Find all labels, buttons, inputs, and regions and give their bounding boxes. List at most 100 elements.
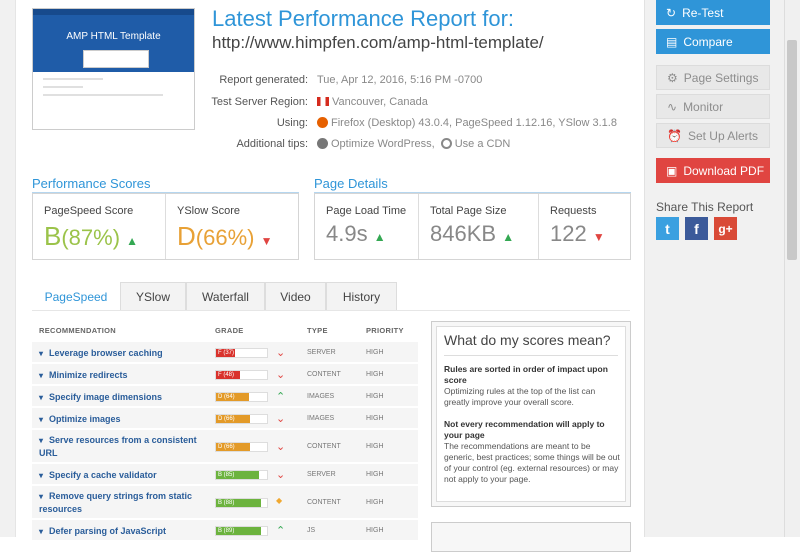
grade-bar: F (48) bbox=[215, 369, 268, 380]
recommendation-name[interactable]: Defer parsing of JavaScript bbox=[39, 525, 204, 538]
monitor-label: Monitor bbox=[683, 99, 724, 114]
load-time-label: Page Load Time bbox=[326, 205, 407, 217]
grade-bar: D (66) bbox=[215, 413, 268, 424]
requests-cell: Requests 122 ▼ bbox=[539, 194, 630, 259]
region-text: Vancouver, Canada bbox=[332, 96, 428, 108]
table-row[interactable]: Remove query strings from static resourc… bbox=[32, 486, 418, 519]
recommendation-type: CONTENT bbox=[307, 370, 341, 378]
region-value: Vancouver, Canada bbox=[317, 96, 428, 108]
trend-up-icon: ▲ bbox=[126, 234, 139, 248]
canada-flag-icon bbox=[317, 97, 329, 106]
tip-optimize-wordpress-link[interactable]: Optimize WordPress, bbox=[331, 138, 435, 150]
retest-button[interactable]: ↻ Re-Test bbox=[656, 0, 770, 25]
second-info-box bbox=[431, 522, 631, 552]
report-generated-label: Report generated: bbox=[219, 74, 308, 86]
left-gutter bbox=[0, 0, 16, 537]
grade-bar-fill: B (89) bbox=[216, 526, 262, 535]
tip-use-cdn-link[interactable]: Use a CDN bbox=[455, 138, 511, 150]
recommendation-type: IMAGES bbox=[307, 414, 335, 422]
download-pdf-label: Download PDF bbox=[683, 163, 765, 178]
scrollbar-thumb[interactable] bbox=[787, 40, 797, 260]
page-size-label: Total Page Size bbox=[430, 205, 507, 217]
table-row[interactable]: Minimize redirects F (48) ⌄ CONTENT HIGH bbox=[32, 364, 418, 385]
recommendation-name[interactable]: Specify a cache validator bbox=[39, 469, 204, 482]
facebook-icon[interactable]: f bbox=[685, 217, 708, 240]
recommendation-name[interactable]: Optimize images bbox=[39, 413, 204, 426]
report-url[interactable]: http://www.himpfen.com/amp-html-template… bbox=[212, 33, 544, 53]
table-row[interactable]: Specify a cache validator B (85) ⌄ SERVER HI… bbox=[32, 464, 418, 485]
table-row[interactable]: Optimize images D (66) ⌄ IMAGES HIGH bbox=[32, 408, 418, 429]
table-row[interactable]: Defer parsing of JavaScript B (89) ⌃ JS HIGH bbox=[32, 520, 418, 541]
recommendation-type: JS bbox=[307, 526, 316, 534]
table-row[interactable]: Specify image dimensions D (64) ⌃ IMAGES HIG… bbox=[32, 386, 418, 407]
grade-bar-fill: F (37) bbox=[216, 348, 235, 357]
compare-icon: ▤ bbox=[666, 34, 678, 49]
grade-bar-fill: D (64) bbox=[216, 392, 249, 401]
page-thumbnail[interactable]: AMP HTML Template bbox=[32, 8, 195, 130]
info-paragraph-1: Rules are sorted in order of impact upon… bbox=[444, 364, 620, 408]
report-title: Latest Performance Report for: bbox=[212, 6, 515, 31]
pagespeed-percent: (87%) bbox=[61, 225, 121, 250]
tab-pagespeed[interactable]: PageSpeed bbox=[32, 282, 120, 310]
tab-waterfall[interactable]: Waterfall bbox=[186, 282, 265, 310]
yslow-percent: (66%) bbox=[195, 225, 255, 250]
page-settings-button[interactable]: ⚙ Page Settings bbox=[656, 65, 770, 90]
download-pdf-button[interactable]: ▣ Download PDF bbox=[656, 158, 770, 183]
recommendation-priority: HIGH bbox=[366, 370, 384, 378]
trend-down-icon: ⌄ bbox=[276, 440, 286, 453]
monitor-button[interactable]: ∿ Monitor bbox=[656, 94, 770, 119]
tabs-divider bbox=[32, 310, 630, 311]
grade-bar: B (89) bbox=[215, 525, 268, 536]
wordpress-icon bbox=[317, 138, 328, 149]
recommendation-type: SERVER bbox=[307, 348, 336, 356]
recommendation-name[interactable]: Minimize redirects bbox=[39, 369, 204, 382]
grade-bar-fill: D (66) bbox=[216, 442, 250, 451]
scores-info-box: What do my scores mean? Rules are sorted… bbox=[431, 321, 631, 507]
grade-bar: F (37) bbox=[215, 347, 268, 358]
info-title: What do my scores mean? bbox=[444, 332, 611, 348]
region-label: Test Server Region: bbox=[211, 96, 308, 108]
share-title: Share This Report bbox=[656, 200, 754, 214]
trend-same-icon: ◆ bbox=[276, 495, 283, 505]
recommendation-priority: HIGH bbox=[366, 348, 384, 356]
page-size-value: 846KB bbox=[430, 221, 497, 246]
tab-video[interactable]: Video bbox=[265, 282, 326, 310]
load-time-cell: Page Load Time 4.9s ▲ bbox=[315, 194, 419, 259]
pagespeed-grade: B bbox=[44, 221, 62, 251]
recommendation-name[interactable]: Leverage browser caching bbox=[39, 347, 204, 360]
trend-down-icon: ⌄ bbox=[276, 412, 286, 425]
trend-down-icon: ▼ bbox=[260, 234, 273, 248]
recommendation-name[interactable]: Specify image dimensions bbox=[39, 391, 204, 404]
info-p2-text: The recommendations are meant to be gene… bbox=[444, 441, 620, 484]
recommendation-name[interactable]: Serve resources from a consistent URL bbox=[39, 434, 204, 459]
info-paragraph-2: Not every recommendation will apply to y… bbox=[444, 419, 620, 485]
trend-up-icon: ▲ bbox=[502, 230, 515, 244]
cdn-icon bbox=[440, 138, 452, 149]
grade-bar: B (85) bbox=[215, 469, 268, 480]
table-row[interactable]: Leverage browser caching F (37) ⌄ SERVER HIG… bbox=[32, 342, 418, 363]
grade-bar: D (64) bbox=[215, 391, 268, 402]
recommendation-type: SERVER bbox=[307, 470, 336, 478]
google-plus-icon[interactable]: g+ bbox=[714, 217, 737, 240]
recommendation-priority: HIGH bbox=[366, 526, 384, 534]
col-recommendation-header: RECOMMENDATION bbox=[39, 326, 116, 335]
using-value: Firefox (Desktop) 43.0.4, PageSpeed 1.12… bbox=[317, 117, 617, 129]
compare-label: Compare bbox=[683, 34, 733, 49]
tab-yslow[interactable]: YSlow bbox=[120, 282, 186, 310]
compare-button[interactable]: ▤ Compare bbox=[656, 29, 770, 54]
page-details-title: Page Details bbox=[314, 176, 388, 191]
load-time-value: 4.9s bbox=[326, 221, 368, 246]
tab-history[interactable]: History bbox=[326, 282, 397, 310]
report-generated-value: Tue, Apr 12, 2016, 5:16 PM -0700 bbox=[317, 74, 483, 86]
twitter-icon[interactable]: t bbox=[656, 217, 679, 240]
table-row[interactable]: Serve resources from a consistent URL D (… bbox=[32, 430, 418, 463]
col-grade-header: GRADE bbox=[215, 326, 244, 335]
col-priority-header: PRIORITY bbox=[366, 326, 404, 335]
grade-bar-fill: F (48) bbox=[216, 370, 241, 379]
yslow-score-cell: YSlow Score D(66%) ▼ bbox=[166, 194, 298, 259]
requests-label: Requests bbox=[550, 205, 597, 217]
set-up-alerts-button[interactable]: ⏰ Set Up Alerts bbox=[656, 123, 770, 148]
trend-down-icon: ⌄ bbox=[276, 368, 286, 381]
trend-up-icon: ⌃ bbox=[276, 390, 286, 403]
recommendation-name[interactable]: Remove query strings from static resourc… bbox=[39, 490, 204, 515]
